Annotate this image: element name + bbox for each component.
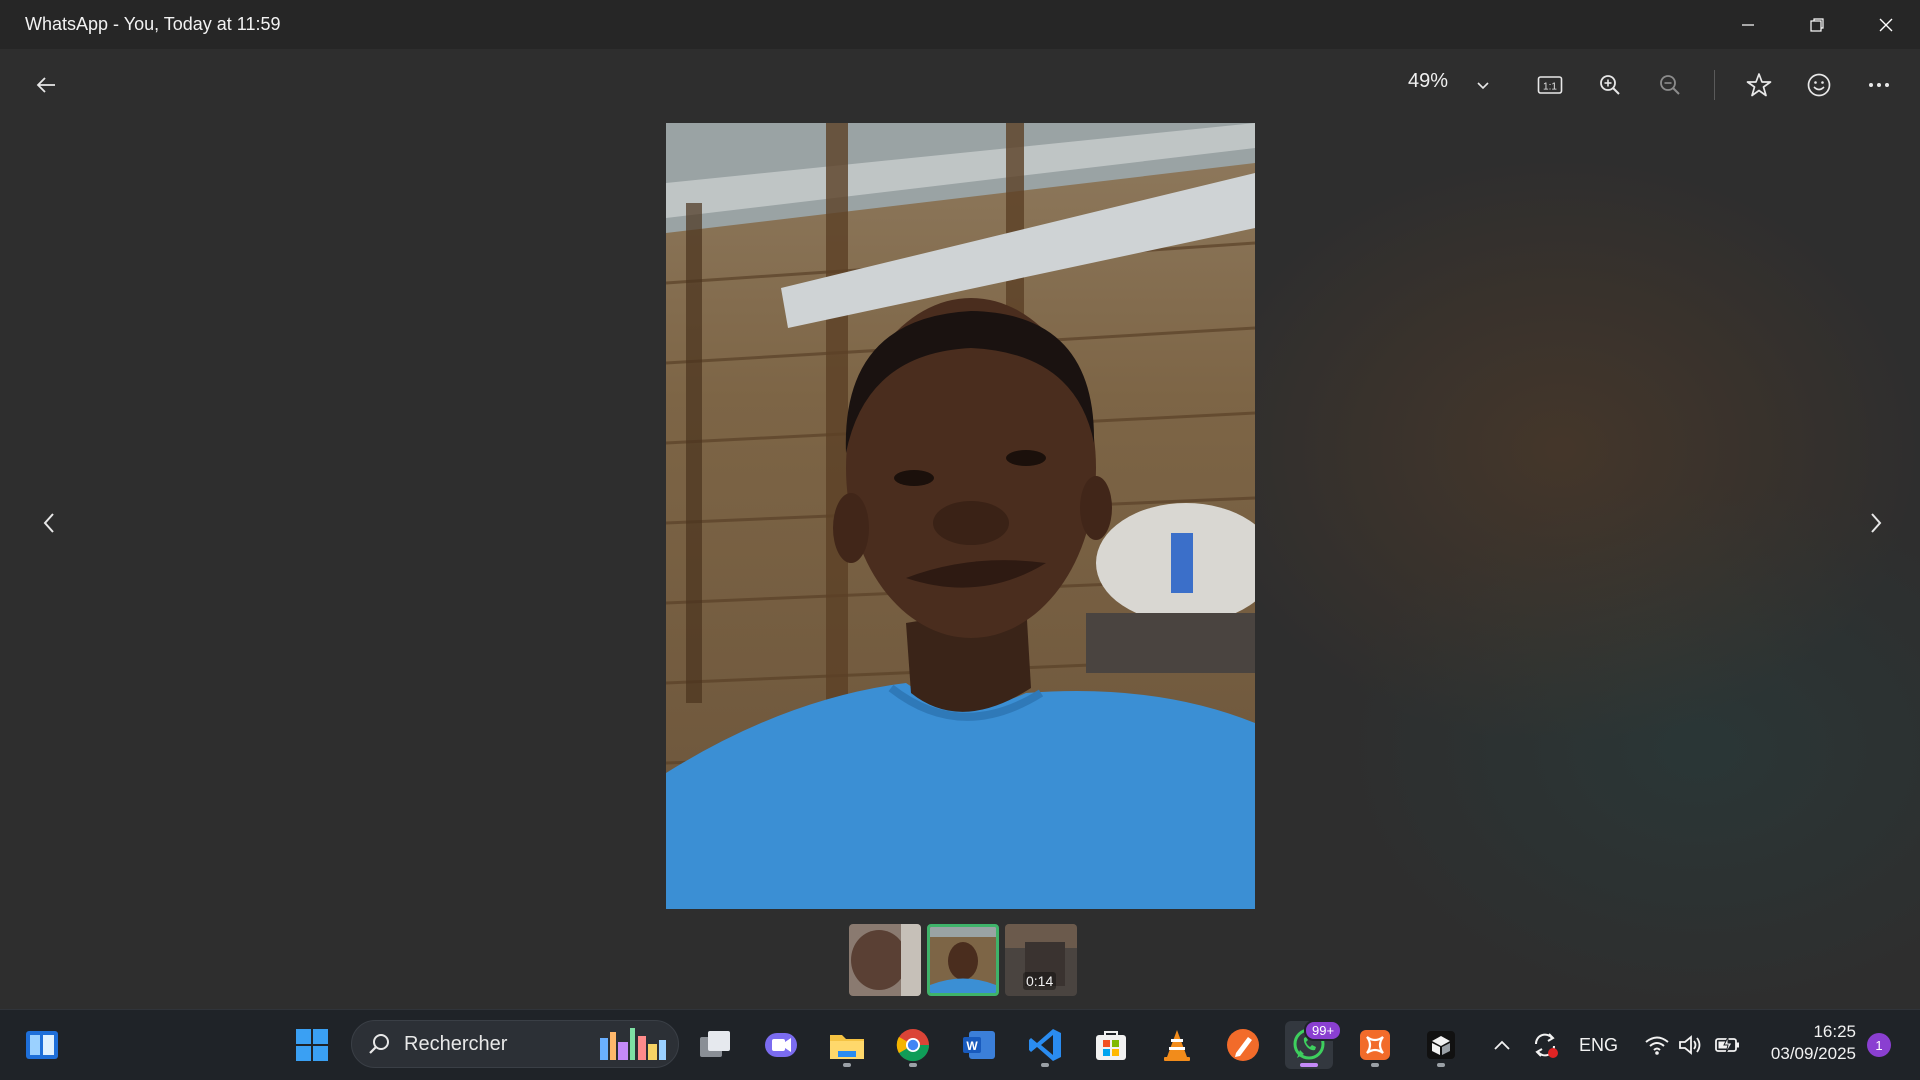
zoom-dropdown-button[interactable] [1463, 65, 1503, 105]
taskbar-search[interactable]: Rechercher [351, 1020, 679, 1068]
chrome-icon [896, 1029, 930, 1062]
back-button[interactable] [26, 65, 66, 105]
search-icon [369, 1034, 389, 1054]
clock[interactable]: 16:25 03/09/2025 [1750, 1022, 1856, 1070]
running-indicator [1437, 1063, 1445, 1067]
next-button[interactable] [1856, 503, 1896, 543]
search-highlight-icon [600, 1028, 666, 1060]
chevron-left-icon [43, 513, 54, 533]
actual-size-button[interactable]: 1:1 [1530, 65, 1570, 105]
star-button[interactable] [1739, 65, 1779, 105]
xampp-icon [1360, 1030, 1390, 1060]
window-title: WhatsApp - You, Today at 11:59 [25, 14, 281, 34]
vlc-button[interactable] [1153, 1021, 1201, 1069]
app-orange-button[interactable] [1219, 1021, 1267, 1069]
store-icon [1096, 1031, 1126, 1060]
wifi-icon [1645, 1036, 1669, 1055]
battery-icon [1715, 1036, 1739, 1054]
toolbar-divider [1714, 70, 1715, 100]
video-duration: 0:14 [1023, 972, 1057, 990]
react-button[interactable] [1799, 65, 1839, 105]
running-indicator [909, 1063, 917, 1067]
arrow-left-icon [36, 77, 55, 93]
more-button[interactable] [1859, 65, 1899, 105]
zoom-out-button[interactable] [1650, 65, 1690, 105]
app-dark-button[interactable] [1417, 1021, 1465, 1069]
restore-icon [1809, 17, 1824, 32]
app-dark-icon [1427, 1031, 1455, 1059]
close-button[interactable] [1851, 0, 1920, 49]
zoom-in-button[interactable] [1590, 65, 1630, 105]
actual-size-label: 1:1 [1543, 82, 1557, 93]
zoom-level[interactable]: 49% [1408, 70, 1448, 93]
start-button[interactable] [288, 1021, 336, 1069]
star-icon [1746, 73, 1772, 97]
emoji-icon [1807, 73, 1831, 97]
minimize-button[interactable] [1713, 0, 1782, 49]
filmstrip-thumb-3[interactable]: 0:14 [1005, 924, 1077, 996]
zoom-in-icon [1600, 75, 1620, 95]
teams-button[interactable] [757, 1021, 805, 1069]
battery-button[interactable] [1710, 1021, 1746, 1069]
title-bar: WhatsApp - You, Today at 11:59 [0, 0, 1920, 49]
actual-size-icon: 1:1 [1537, 76, 1563, 94]
volume-button[interactable] [1674, 1021, 1708, 1069]
restore-button[interactable] [1782, 0, 1851, 49]
word-icon: W [963, 1031, 995, 1059]
svg-text:W: W [966, 1039, 978, 1053]
running-indicator [843, 1063, 851, 1067]
chevron-right-icon [1871, 513, 1882, 533]
displayed-photo [666, 123, 1255, 909]
filmstrip-thumb-1[interactable] [849, 924, 921, 996]
active-indicator [1300, 1063, 1318, 1067]
xampp-button[interactable] [1351, 1021, 1399, 1069]
sync-status-button[interactable] [1525, 1021, 1565, 1069]
app-orange-icon [1227, 1029, 1259, 1061]
tray-overflow-button[interactable] [1488, 1021, 1516, 1069]
vscode-icon [1029, 1029, 1061, 1061]
widgets-button[interactable] [18, 1021, 66, 1069]
clock-date: 03/09/2025 [1770, 1044, 1856, 1063]
chevron-up-icon [1494, 1040, 1510, 1050]
wifi-button[interactable] [1640, 1021, 1674, 1069]
folder-icon [830, 1035, 864, 1059]
running-indicator [1371, 1063, 1379, 1067]
clock-time: 16:25 [1813, 1022, 1856, 1041]
thumbnail-photo [930, 927, 996, 993]
file-explorer-button[interactable] [823, 1021, 871, 1069]
chrome-button[interactable] [889, 1021, 937, 1069]
running-indicator [1041, 1063, 1049, 1067]
task-view-icon [700, 1031, 730, 1057]
teams-icon [765, 1033, 797, 1057]
notification-button[interactable]: 1 [1867, 1033, 1891, 1057]
whatsapp-unread-badge: 99+ [1304, 1020, 1343, 1041]
close-icon [1879, 18, 1892, 31]
previous-button[interactable] [29, 503, 69, 543]
zoom-out-icon [1660, 75, 1680, 95]
word-button[interactable]: W [955, 1021, 1003, 1069]
widgets-icon [26, 1031, 58, 1059]
chevron-down-icon [1477, 82, 1489, 90]
windows-icon [296, 1029, 328, 1061]
sync-icon [1534, 1033, 1558, 1058]
vlc-icon [1164, 1030, 1190, 1061]
window-controls [1713, 0, 1920, 49]
notification-count: 1 [1875, 1037, 1883, 1053]
store-button[interactable] [1087, 1021, 1135, 1069]
thumbnail-photo [849, 924, 921, 996]
selfie-photo [666, 123, 1255, 909]
search-placeholder: Rechercher [404, 1032, 508, 1055]
task-view-button[interactable] [692, 1021, 740, 1069]
minimize-icon [1741, 23, 1754, 26]
filmstrip-thumb-2[interactable] [927, 924, 999, 996]
vscode-button[interactable] [1021, 1021, 1069, 1069]
language-indicator[interactable]: ENG [1579, 1035, 1618, 1056]
more-icon [1869, 83, 1889, 87]
volume-icon [1679, 1035, 1701, 1055]
